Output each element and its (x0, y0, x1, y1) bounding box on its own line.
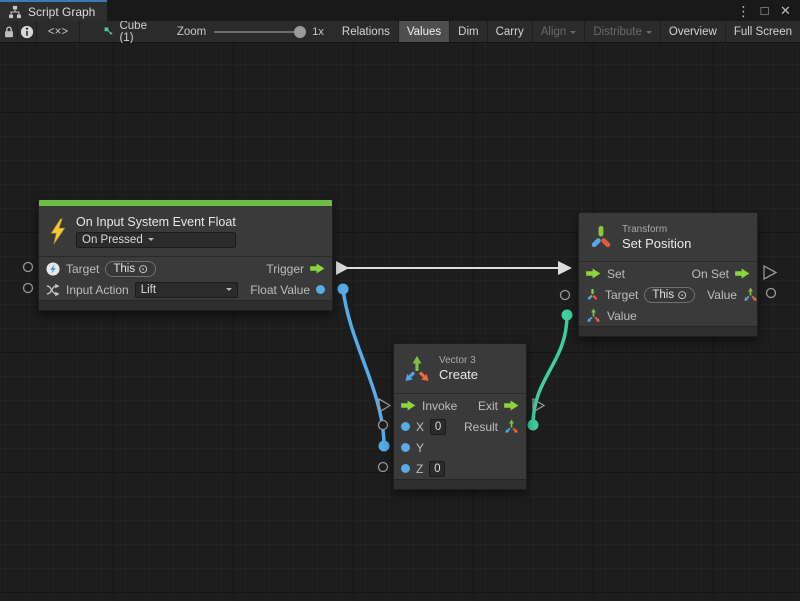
row-value: Value (579, 305, 757, 326)
zoom-slider[interactable] (214, 31, 304, 33)
port-result-output[interactable] (528, 420, 539, 431)
value-out-label: Value (707, 288, 737, 302)
node-on-input-system-event-float[interactable]: On Input System Event Float On Pressed T… (38, 199, 333, 311)
node-title: Create (439, 367, 478, 383)
graph-owner-button[interactable]: Cube (1) (94, 21, 161, 42)
script-machine-icon (104, 25, 113, 38)
row-z: Z 0 (394, 458, 526, 479)
port-transform-value-input[interactable] (562, 310, 573, 321)
port-transform-value-output[interactable] (767, 289, 776, 298)
node-title: On Input System Event Float (76, 215, 236, 229)
close-icon[interactable]: ✕ (777, 2, 794, 19)
control-arrow-icon (586, 268, 601, 279)
value-port-icon (401, 443, 410, 452)
graph-owner-label: Cube (1) (119, 20, 150, 44)
event-mode-dropdown[interactable]: On Pressed (76, 232, 236, 248)
object-picker-icon: ⊙ (677, 289, 687, 301)
node-vector3-create[interactable]: Vector 3 Create Invoke Exit X 0 Result (393, 343, 527, 490)
row-set: Set On Set (579, 263, 757, 284)
transform-icon (586, 288, 599, 301)
info-button[interactable] (18, 21, 36, 42)
fullscreen-button[interactable]: Full Screen (726, 21, 800, 42)
target-object-field[interactable]: This ⊙ (644, 287, 695, 303)
graph-toolbar: <×> Cube (1) Zoom 1x Relations Values Di… (0, 21, 800, 43)
vector3-icon (586, 308, 601, 323)
lock-icon (2, 25, 16, 39)
control-arrow-icon (401, 400, 416, 411)
input-action-dropdown[interactable]: Lift (135, 282, 238, 298)
port-x-input[interactable] (379, 421, 388, 430)
result-label: Result (464, 420, 498, 434)
carry-button[interactable]: Carry (488, 21, 533, 42)
chevron-down-icon (646, 31, 652, 37)
row-y: Y (394, 437, 526, 458)
control-arrow-icon (735, 268, 750, 279)
chevron-down-icon (226, 288, 232, 294)
float-value-label: Float Value (250, 283, 310, 297)
control-arrow-icon (310, 263, 325, 274)
node-category: Vector 3 (439, 354, 478, 367)
title-bar: Script Graph ⋮ □ ✕ (0, 0, 800, 21)
value-port-icon (401, 464, 410, 473)
node-footer (39, 300, 332, 310)
info-icon (20, 25, 34, 39)
wire-floatvalue-to-y (343, 289, 384, 446)
vector3-icon (743, 287, 758, 302)
window-menu-icon[interactable]: ⋮ (735, 2, 752, 19)
maximize-icon[interactable]: □ (756, 2, 773, 19)
port-floatvalue-output[interactable] (338, 284, 349, 295)
x-value-field[interactable]: 0 (430, 419, 446, 435)
tab-script-graph[interactable]: Script Graph (0, 0, 107, 21)
chevron-down-icon (148, 238, 154, 244)
code-view-icon: <×> (48, 26, 68, 38)
row-input-action: Input Action Lift Float Value (39, 279, 332, 300)
transform-icon (588, 224, 614, 250)
overview-button[interactable]: Overview (661, 21, 726, 42)
control-arrow-icon (504, 400, 519, 411)
graph-hierarchy-icon (8, 5, 22, 19)
on-set-label: On Set (692, 267, 729, 281)
dim-button[interactable]: Dim (450, 21, 487, 42)
port-transform-target-input[interactable] (561, 291, 570, 300)
vector3-icon (403, 355, 431, 383)
lightning-bolt-icon (48, 218, 68, 245)
lock-button[interactable] (0, 21, 18, 42)
graph-canvas[interactable]: On Input System Event Float On Pressed T… (0, 43, 800, 601)
object-picker-icon: ⊙ (138, 263, 148, 275)
value-port-icon (401, 422, 410, 431)
input-action-icon (46, 283, 60, 297)
input-system-event-icon (46, 262, 60, 276)
node-title: Set Position (622, 236, 691, 252)
port-y-input[interactable] (379, 441, 390, 452)
code-view-toggle[interactable]: <×> (37, 21, 80, 42)
node-category: Transform (622, 223, 691, 236)
port-event-action-input[interactable] (24, 284, 33, 293)
row-target: Target This ⊙ Trigger (39, 258, 332, 279)
node-footer (579, 326, 757, 336)
target-object-field[interactable]: This ⊙ (105, 261, 156, 277)
zoom-level: 1x (312, 26, 324, 38)
port-onset-output[interactable] (764, 266, 776, 279)
vector3-icon (504, 419, 519, 434)
row-x: X 0 Result (394, 416, 526, 437)
distribute-dropdown[interactable]: Distribute (585, 21, 661, 42)
zoom-label: Zoom (177, 26, 206, 38)
value-port-icon (316, 285, 325, 294)
exit-label: Exit (478, 399, 498, 413)
tab-title: Script Graph (28, 5, 95, 19)
zoom-slider-handle[interactable] (294, 26, 306, 38)
trigger-label: Trigger (266, 262, 304, 276)
node-transform-set-position[interactable]: Transform Set Position Set On Set Target… (578, 212, 758, 337)
chevron-down-icon (570, 31, 576, 37)
port-z-input[interactable] (379, 463, 388, 472)
port-event-target-input[interactable] (24, 263, 33, 272)
relations-button[interactable]: Relations (334, 21, 399, 42)
node-footer (394, 479, 526, 489)
row-invoke: Invoke Exit (394, 395, 526, 416)
align-dropdown[interactable]: Align (533, 21, 586, 42)
row-target: Target This ⊙ Value (579, 284, 757, 305)
values-button[interactable]: Values (399, 21, 450, 42)
wire-arrowhead (558, 261, 572, 275)
z-value-field[interactable]: 0 (429, 461, 445, 477)
